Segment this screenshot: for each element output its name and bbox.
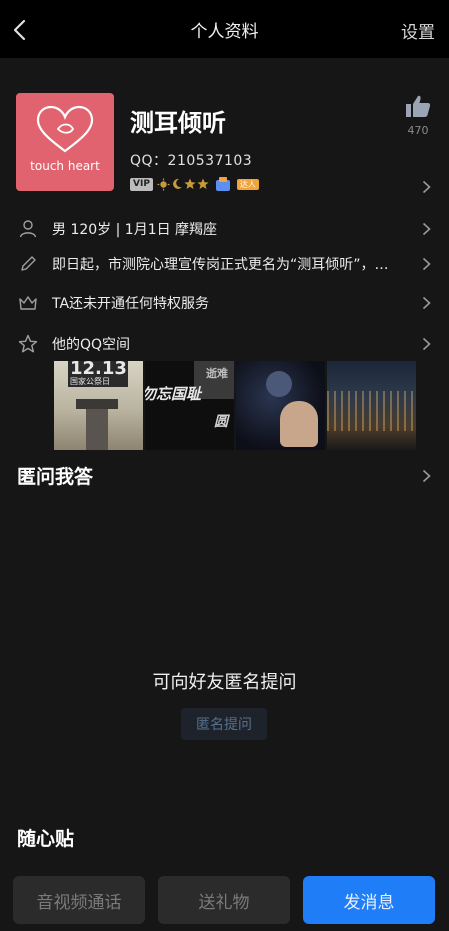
qzone-row[interactable]: 他的QQ空间 (0, 324, 449, 364)
like-button[interactable]: 470 (403, 94, 433, 137)
photo-monument-top (76, 399, 118, 409)
privilege-row[interactable]: TA还未开通任何特权服务 (0, 283, 449, 323)
video-call-button[interactable]: 音视频通话 (13, 876, 145, 924)
privilege-text: TA还未开通任何特权服务 (52, 296, 210, 312)
top-bar: 个人资料 设置 (0, 0, 449, 58)
level-icons (157, 178, 209, 191)
nickname: 测耳倾听 (130, 109, 226, 137)
anon-ask-button[interactable]: 匿名提问 (181, 708, 267, 740)
chevron-right-icon (422, 222, 431, 236)
send-message-button[interactable]: 发消息 (303, 876, 435, 924)
qzone-text: 他的QQ空间 (52, 337, 131, 353)
person-icon (19, 220, 37, 238)
anon-qa-title: 匿问我答 (17, 466, 94, 488)
photo-caption-text: 国家公祭日 (70, 377, 110, 386)
pencil-icon (21, 256, 36, 271)
qzone-photo[interactable] (327, 361, 416, 450)
chevron-right-icon (422, 180, 431, 194)
photo-side-text: 圆 (214, 414, 228, 430)
bottom-action-bar: 音视频通话 送礼物 发消息 (0, 866, 449, 931)
avatar-logo-text: touch heart (30, 159, 100, 173)
profile-card[interactable]: touch heart 测耳倾听 QQ：210537103 VIP 达人 470 (0, 58, 449, 213)
back-arrow-icon[interactable] (10, 17, 32, 43)
star-level-icon (184, 178, 196, 189)
photo-hand (280, 401, 318, 447)
chevron-right-icon (422, 337, 431, 351)
signature-row[interactable]: 即日起，市测院心理宣传岗正式更名为“测耳倾听”，… (0, 244, 449, 284)
qq-number: QQ：210537103 (130, 153, 253, 169)
suixin-title: 随心贴 (17, 828, 75, 850)
signature-text: 即日起，市测院心理宣传岗正式更名为“测耳倾听”，… (52, 257, 389, 273)
qzone-photos[interactable]: 12.13 国家公祭日 逝难 勿忘国耻 圆 (54, 361, 416, 450)
star-level-icon (197, 178, 209, 189)
photo-headline-text: 勿忘国耻 (145, 385, 202, 403)
like-count: 470 (407, 124, 429, 137)
gift-badge-icon (215, 177, 230, 191)
photo-corner-text: 逝难 (206, 367, 228, 380)
qzone-photo[interactable]: 12.13 国家公祭日 (54, 361, 143, 450)
page-title: 个人资料 (190, 21, 259, 42)
chevron-right-icon (422, 296, 431, 310)
basic-info-row[interactable]: 男 120岁 | 1月1日 摩羯座 (0, 209, 449, 249)
anon-empty-text: 可向好友匿名提问 (152, 672, 297, 693)
photo-coin (266, 371, 292, 397)
crown-icon (19, 296, 37, 310)
avatar[interactable]: touch heart (16, 93, 114, 191)
photo-city-lights (327, 391, 416, 431)
chevron-right-icon (422, 257, 431, 271)
badge-row[interactable]: VIP 达人 (130, 175, 259, 193)
master-tag: 达人 (236, 178, 259, 190)
basic-info-text: 男 120岁 | 1月1日 摩羯座 (52, 222, 218, 238)
send-gift-button[interactable]: 送礼物 (158, 876, 290, 924)
vip-badge: VIP (130, 177, 153, 191)
chevron-right-icon[interactable] (422, 469, 431, 483)
star-outline-icon (18, 334, 38, 353)
moon-level-icon (172, 178, 182, 189)
qzone-photo[interactable] (236, 361, 325, 450)
sun-level-icon (157, 178, 170, 190)
heart-logo-icon (36, 105, 94, 153)
thumbs-up-icon (406, 95, 431, 117)
settings-button[interactable]: 设置 (401, 18, 435, 43)
qzone-photo[interactable]: 逝难 勿忘国耻 圆 (145, 361, 234, 450)
